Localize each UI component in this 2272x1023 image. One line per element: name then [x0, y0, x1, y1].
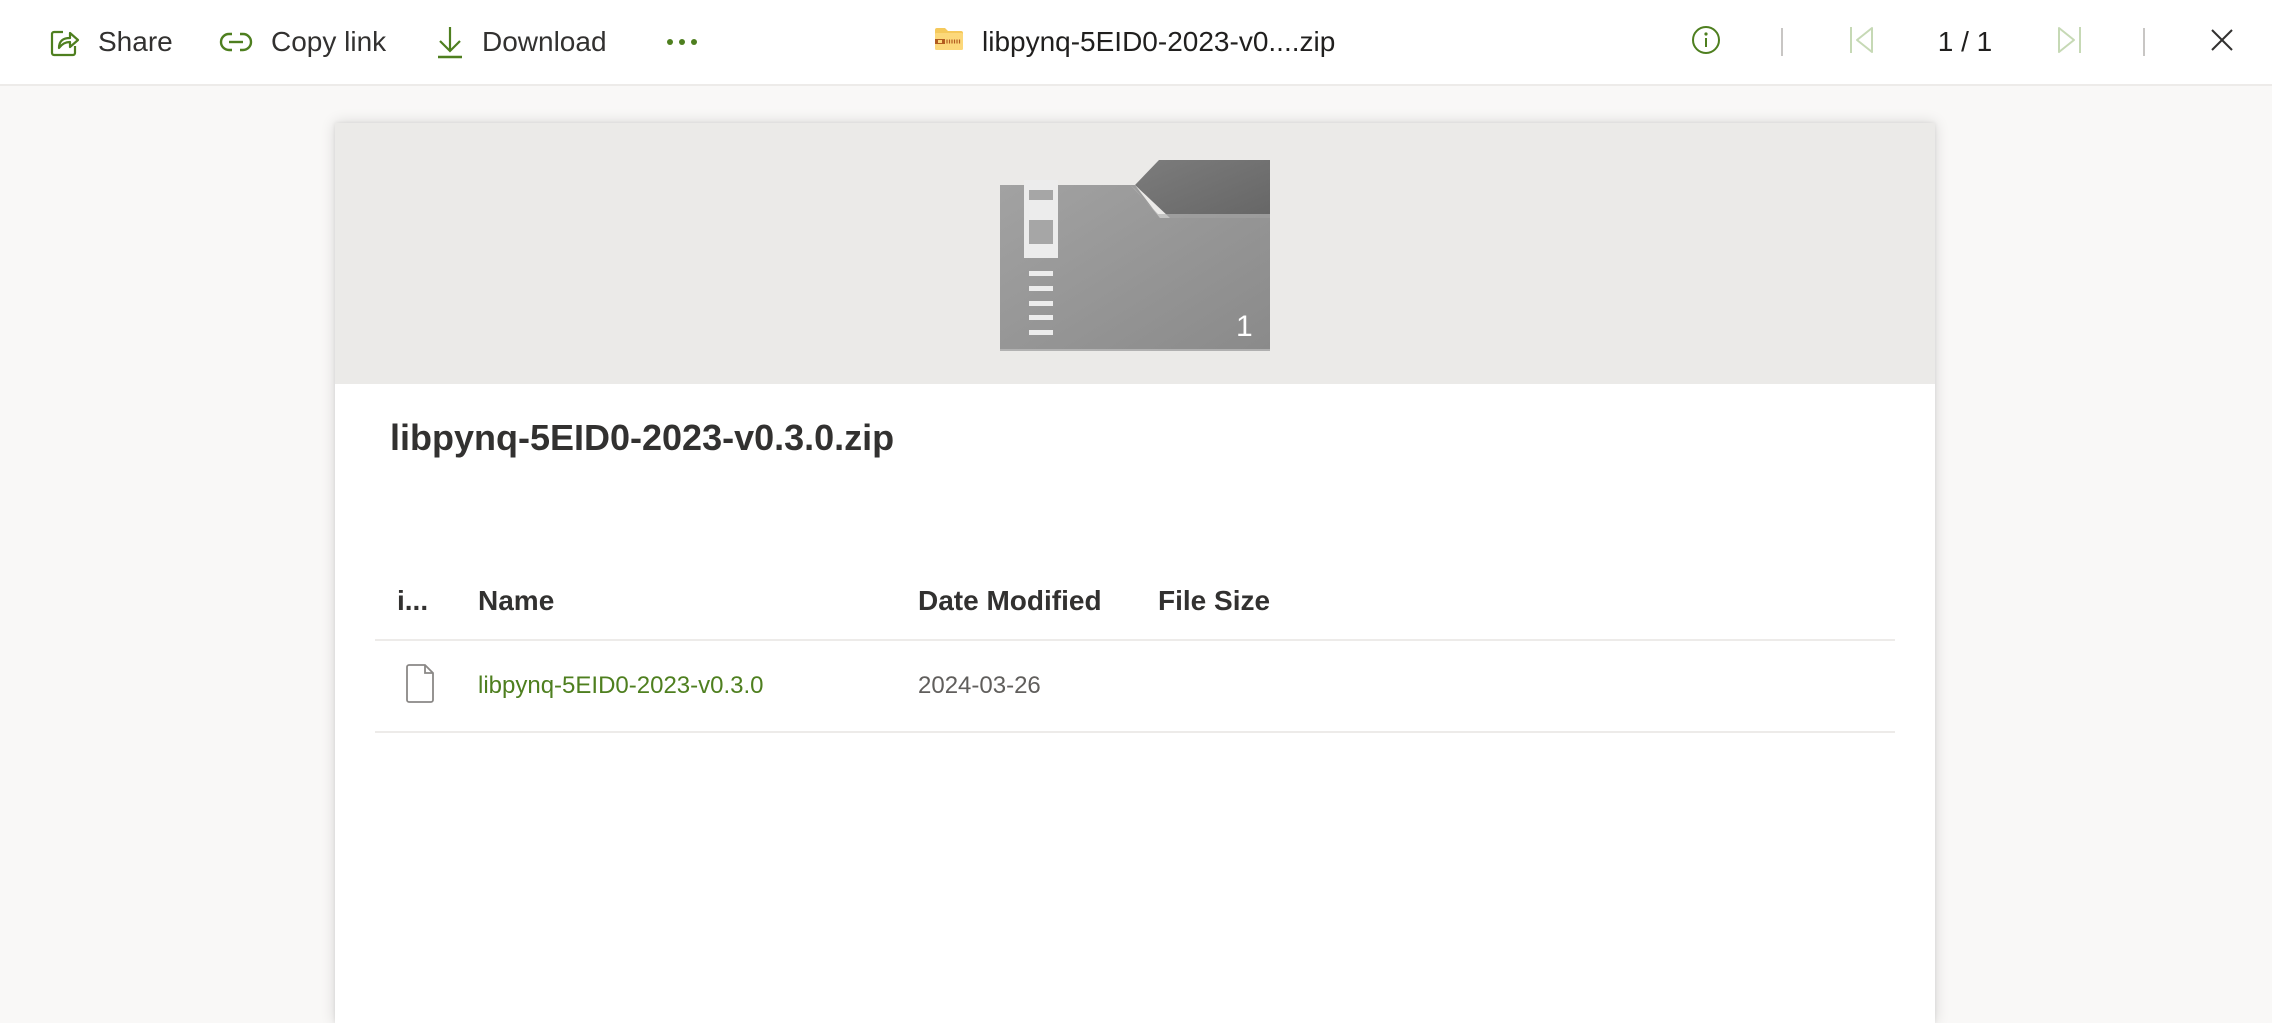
download-button[interactable]: Download: [436, 20, 607, 64]
file-title-text: libpynq-5EID0-2023-v0....zip: [982, 26, 1336, 57]
file-title: libpynq-5EID0-2023-v0....zip: [934, 20, 1335, 64]
last-page-button[interactable]: [2049, 22, 2089, 62]
page-indicator: 1 / 1: [1937, 26, 1993, 57]
close-icon: [2210, 28, 2234, 57]
archive-thumbnail-area: 1: [335, 123, 1935, 384]
close-button[interactable]: [2202, 22, 2242, 62]
share-icon: [50, 27, 80, 57]
first-page-icon: [1849, 25, 1875, 60]
copy-link-label: Copy link: [271, 26, 387, 57]
archive-title: libpynq-5EID0-2023-v0.3.0.zip: [390, 417, 895, 458]
file-name-link[interactable]: libpynq-5EID0-2023-v0.3.0: [478, 641, 764, 731]
divider: [2143, 28, 2145, 56]
link-icon: [219, 31, 253, 53]
ellipsis-icon: [666, 33, 698, 51]
table-row[interactable]: libpynq-5EID0-2023-v0.3.0 2024-03-26: [375, 641, 1895, 733]
last-page-icon: [2056, 25, 2082, 60]
first-page-button[interactable]: [1842, 22, 1882, 62]
share-label: Share: [98, 26, 173, 57]
more-options-button[interactable]: [662, 26, 702, 58]
archive-item-count: 1: [1236, 310, 1253, 343]
column-header-name[interactable]: Name: [478, 563, 554, 639]
share-button[interactable]: Share: [50, 20, 173, 64]
info-button[interactable]: [1686, 22, 1726, 62]
download-arrow-icon: [436, 25, 464, 59]
copy-link-button[interactable]: Copy link: [219, 20, 386, 64]
zip-archive-thumbnail: 1: [1000, 156, 1270, 356]
toolbar: Share Copy link Download libpynq-5EID0-2…: [0, 0, 2272, 86]
divider: [1781, 28, 1783, 56]
column-header-file-size[interactable]: File Size: [1158, 563, 1270, 639]
column-header-date-modified[interactable]: Date Modified: [918, 563, 1102, 639]
zip-folder-icon: [934, 26, 964, 58]
file-icon: [405, 664, 435, 709]
info-icon: [1691, 25, 1721, 60]
archive-contents-table: i... Name Date Modified File Size libpyn…: [375, 563, 1895, 733]
column-header-icon[interactable]: i...: [397, 563, 428, 639]
table-header: i... Name Date Modified File Size: [375, 563, 1895, 641]
download-label: Download: [482, 26, 607, 57]
file-date-modified: 2024-03-26: [918, 672, 1041, 699]
archive-preview-card: 1 libpynq-5EID0-2023-v0.3.0.zip i... Nam…: [335, 123, 1935, 1023]
